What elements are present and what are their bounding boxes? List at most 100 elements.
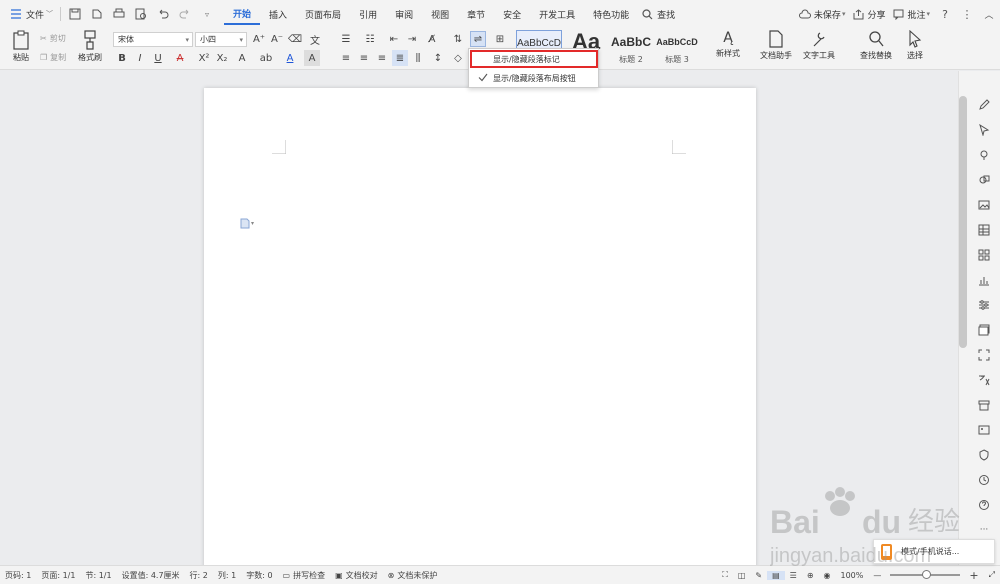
print-preview-icon[interactable] bbox=[130, 3, 152, 25]
screenshot-icon[interactable] bbox=[975, 346, 993, 364]
align-left-icon[interactable]: ≡ bbox=[338, 50, 354, 66]
phonetic-guide-icon[interactable]: 文 bbox=[307, 31, 323, 47]
font-color-icon[interactable]: A bbox=[282, 50, 298, 66]
paste-button[interactable]: 粘贴 bbox=[6, 30, 36, 68]
sort-icon[interactable]: ⇅ bbox=[450, 31, 466, 47]
justify-icon[interactable]: ≣ bbox=[392, 50, 408, 66]
table-icon[interactable] bbox=[975, 221, 993, 239]
redo-icon[interactable] bbox=[174, 3, 196, 25]
char-shading-icon[interactable]: A bbox=[304, 50, 320, 66]
strikethrough-icon[interactable]: A bbox=[172, 50, 188, 66]
shading-icon[interactable]: ◇ bbox=[450, 50, 466, 66]
clear-format-icon[interactable]: ⌫ bbox=[287, 31, 303, 47]
unsaved-button[interactable]: 未保存 ▾ bbox=[795, 3, 850, 25]
translate-icon[interactable] bbox=[975, 371, 993, 389]
view-page-icon[interactable]: ▤ bbox=[767, 570, 785, 580]
highlight-icon[interactable]: ab bbox=[258, 50, 274, 66]
more-icon[interactable]: ⋮ bbox=[956, 3, 978, 25]
grow-font-icon[interactable]: A⁺ bbox=[251, 31, 267, 47]
align-right-icon[interactable]: ≡ bbox=[374, 50, 390, 66]
apps-icon[interactable] bbox=[975, 246, 993, 264]
find-replace-button[interactable]: 查找替换 bbox=[858, 30, 894, 68]
select-button[interactable]: 选择 bbox=[900, 30, 930, 68]
bold-icon[interactable]: B bbox=[114, 50, 130, 66]
share-button[interactable]: 分享 bbox=[849, 3, 889, 25]
protection-button[interactable]: ⊗ 文档未保护 bbox=[383, 570, 443, 581]
view-read-icon[interactable]: ◉ bbox=[819, 571, 836, 580]
help-circle-icon[interactable] bbox=[975, 496, 993, 514]
pointer-icon[interactable] bbox=[975, 121, 993, 139]
bullet-list-icon[interactable]: ☰ bbox=[338, 31, 354, 47]
tab-developer[interactable]: 开发工具 bbox=[530, 3, 584, 25]
shield-icon[interactable] bbox=[975, 446, 993, 464]
document-page[interactable]: ▾ bbox=[204, 88, 756, 565]
format-painter-button[interactable]: 格式刷 bbox=[76, 30, 104, 68]
new-style-button[interactable]: Ą 新样式 bbox=[712, 30, 744, 68]
tab-security[interactable]: 安全 bbox=[494, 3, 530, 25]
font-size-select[interactable]: 小四 ▾ bbox=[195, 32, 247, 47]
tab-insert[interactable]: 插入 bbox=[260, 3, 296, 25]
save-icon[interactable] bbox=[64, 3, 86, 25]
paragraph-mark-icon[interactable]: ⇌ bbox=[470, 31, 486, 47]
numbered-list-icon[interactable]: ☷ bbox=[362, 31, 378, 47]
proofread-button[interactable]: ▣ 文档校对 bbox=[330, 570, 383, 581]
style-heading-2[interactable]: AaBbC 标题 2 bbox=[608, 30, 654, 68]
shrink-font-icon[interactable]: A⁻ bbox=[269, 31, 285, 47]
comment-button[interactable]: 批注 ▾ bbox=[889, 3, 934, 25]
paragraph-layout-icon[interactable]: ▾ bbox=[240, 218, 254, 229]
status-word-count[interactable]: 字数: 0 bbox=[241, 570, 277, 581]
align-center-icon[interactable]: ≡ bbox=[356, 50, 372, 66]
increase-indent-icon[interactable]: ⇥ bbox=[404, 31, 420, 47]
collapse-ribbon-icon[interactable]: ︿ bbox=[978, 3, 1000, 25]
subscript-icon[interactable]: X₂ bbox=[214, 50, 230, 66]
help-icon[interactable]: ? bbox=[934, 3, 956, 25]
italic-icon[interactable]: I bbox=[132, 50, 148, 66]
spell-check-button[interactable]: ▭ 拼写检查 bbox=[278, 570, 331, 581]
show-hide-paragraph-layout-item[interactable]: 显示/隐藏段落布局按钮 bbox=[469, 69, 598, 87]
distributed-icon[interactable]: ⫼ bbox=[410, 50, 426, 66]
tab-chapter[interactable]: 章节 bbox=[458, 3, 494, 25]
vertical-scrollbar[interactable] bbox=[959, 96, 967, 348]
view-eye-icon[interactable]: ◫ bbox=[733, 571, 751, 580]
undo-icon[interactable] bbox=[152, 3, 174, 25]
archive-icon[interactable] bbox=[975, 396, 993, 414]
more-horizontal-icon[interactable]: ··· bbox=[975, 521, 993, 539]
tab-review[interactable]: 审阅 bbox=[386, 3, 422, 25]
file-menu[interactable]: 文件 ﹀ bbox=[6, 3, 57, 25]
doc-assistant-button[interactable]: 文档助手 bbox=[758, 30, 794, 68]
chart-icon[interactable] bbox=[975, 271, 993, 289]
cut-button[interactable]: ✂ 剪切 bbox=[40, 33, 66, 44]
text-tools-button[interactable]: 文字工具 bbox=[801, 30, 837, 68]
view-web-icon[interactable]: ⊕ bbox=[802, 571, 819, 580]
export-icon[interactable] bbox=[86, 3, 108, 25]
zoom-slider[interactable] bbox=[890, 570, 961, 579]
tab-view[interactable]: 视图 bbox=[422, 3, 458, 25]
zoom-level[interactable]: 100% bbox=[836, 571, 869, 580]
tab-references[interactable]: 引用 bbox=[350, 3, 386, 25]
gallery-icon[interactable] bbox=[975, 321, 993, 339]
superscript-icon[interactable]: X² bbox=[196, 50, 212, 66]
location-icon[interactable] bbox=[975, 146, 993, 164]
fit-window-icon[interactable]: ⤢ bbox=[984, 570, 1000, 580]
pen-icon[interactable] bbox=[975, 96, 993, 114]
tab-home[interactable]: 开始 bbox=[224, 3, 261, 25]
view-outline-icon[interactable]: ☰ bbox=[785, 571, 802, 580]
search-button[interactable]: 查找 bbox=[638, 3, 679, 25]
tab-page-layout[interactable]: 页面布局 bbox=[296, 3, 350, 25]
underline-icon[interactable]: U bbox=[150, 50, 166, 66]
chinese-layout-icon[interactable]: A̸ bbox=[424, 31, 440, 47]
decrease-indent-icon[interactable]: ⇤ bbox=[386, 31, 402, 47]
zoom-slider-handle[interactable] bbox=[922, 570, 932, 579]
copy-button[interactable]: ❐ 复制 bbox=[40, 52, 66, 63]
history-icon[interactable] bbox=[975, 471, 993, 489]
print-icon[interactable] bbox=[108, 3, 130, 25]
table-border-icon[interactable]: ⊞ bbox=[492, 31, 508, 47]
style-heading-3[interactable]: AaBbCcD 标题 3 bbox=[654, 30, 700, 68]
photo-icon[interactable] bbox=[975, 421, 993, 439]
font-name-select[interactable]: 宋体 ▾ bbox=[113, 32, 193, 47]
image-icon[interactable] bbox=[975, 196, 993, 214]
zoom-out-icon[interactable]: — bbox=[868, 571, 886, 580]
sliders-icon[interactable] bbox=[975, 296, 993, 314]
tab-features[interactable]: 特色功能 bbox=[584, 3, 638, 25]
view-full-icon[interactable]: ⛶ bbox=[717, 570, 733, 580]
